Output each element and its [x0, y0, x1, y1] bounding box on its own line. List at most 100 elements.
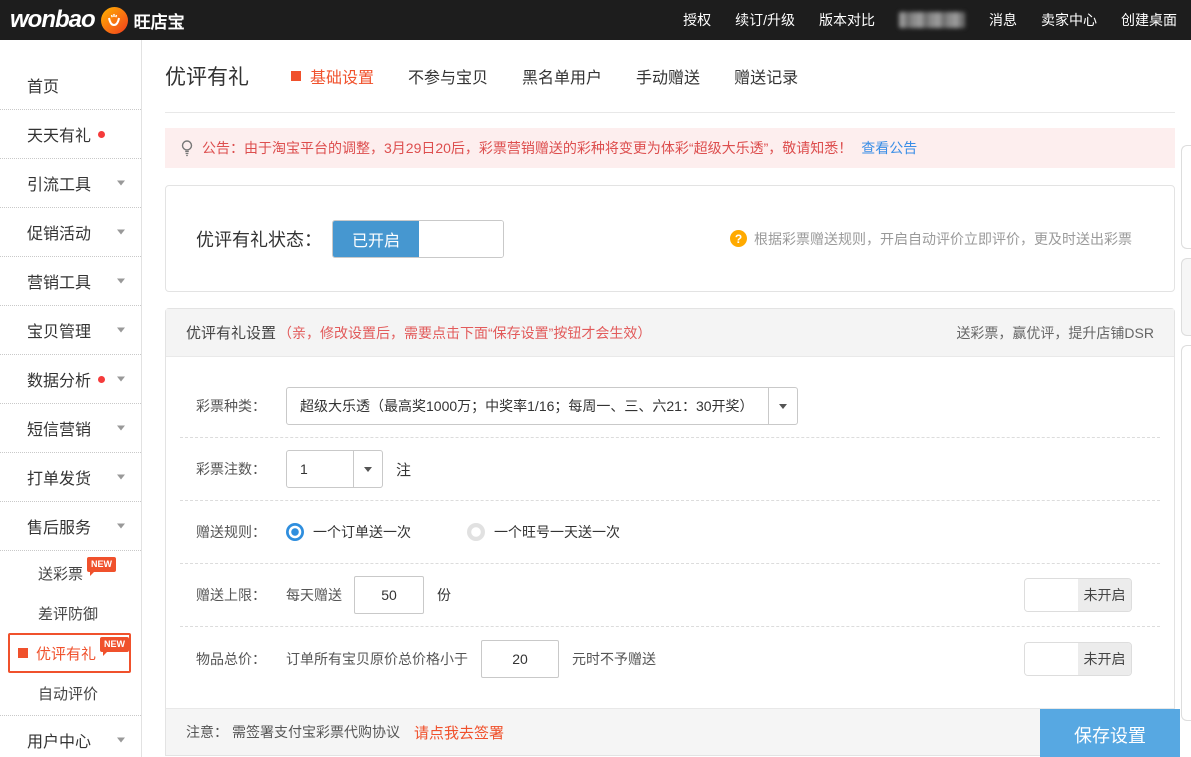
- topbar-item-create-desktop[interactable]: 创建桌面: [1121, 10, 1177, 30]
- sidebar-item-daily-gift[interactable]: 天天有礼: [0, 110, 141, 159]
- gift-limit-prefix: 每天赠送: [286, 585, 342, 605]
- chevron-down-icon: [117, 230, 125, 235]
- chevron-down-icon: [117, 475, 125, 480]
- status-label: 优评有礼状态：: [196, 226, 322, 252]
- sidebar-item-sms-marketing[interactable]: 短信营销: [0, 404, 141, 453]
- tab-label: 赠送记录: [734, 64, 798, 88]
- edge-widget-segment[interactable]: [1181, 145, 1191, 249]
- sidebar-item-label: 打单发货: [27, 465, 91, 489]
- sidebar-item-label: 营销工具: [27, 269, 91, 293]
- notification-dot: [98, 376, 105, 383]
- sidebar-item-product-management[interactable]: 宝贝管理: [0, 306, 141, 355]
- gift-rule-label: 赠送规则：: [196, 522, 286, 542]
- logo[interactable]: wonbao 旺店宝: [10, 6, 185, 34]
- daily-limit-input[interactable]: [354, 576, 424, 614]
- chevron-down-icon: [768, 388, 797, 424]
- sidebar-item-order-shipping[interactable]: 打单发货: [0, 453, 141, 502]
- sidebar-item-label: 用户中心: [27, 728, 91, 752]
- radio-per-account-per-day[interactable]: 一个旺号一天送一次: [467, 522, 620, 542]
- sidebar-item-user-center[interactable]: 用户中心: [0, 716, 141, 757]
- sidebar-item-homepage[interactable]: 首页: [0, 61, 141, 110]
- lottery-type-row: 彩票种类： 超级大乐透（最高奖1000万；中奖率1/16；每周一、三、六21：3…: [180, 375, 1160, 438]
- gift-limit-unit: 份: [437, 585, 451, 605]
- chevron-down-icon: [117, 328, 125, 333]
- status-help: ? 根据彩票赠送规则，开启自动评价立即评价，更及时送出彩票: [730, 229, 1132, 249]
- topbar: wonbao 旺店宝 授权 续订/升级 版本对比 消息 卖家中心 创建桌面: [0, 0, 1191, 40]
- toggle-on-label: 已开启: [333, 221, 419, 257]
- footer-note-label: 注意：: [186, 722, 228, 742]
- radio-per-order[interactable]: 一个订单送一次: [286, 522, 411, 542]
- topbar-item-renew-upgrade[interactable]: 续订/升级: [735, 10, 795, 30]
- toggle-off-label: 未开启: [1078, 579, 1131, 611]
- save-settings-button[interactable]: 保存设置: [1040, 709, 1180, 757]
- tab-bar: 基础设置 不参与宝贝 黑名单用户 手动赠送 赠送记录: [291, 64, 798, 88]
- sidebar-item-marketing-tools[interactable]: 营销工具: [0, 257, 141, 306]
- chevron-down-icon: [117, 377, 125, 382]
- edge-widget-segment[interactable]: [1181, 258, 1191, 336]
- tab-basic-settings[interactable]: 基础设置: [291, 64, 374, 88]
- tab-gift-records[interactable]: 赠送记录: [734, 64, 798, 88]
- topbar-item-messages[interactable]: 消息: [989, 10, 1017, 30]
- sidebar-item-label: 数据分析: [27, 367, 91, 391]
- sidebar-item-send-lottery[interactable]: 送彩票 NEW: [0, 553, 141, 593]
- sidebar-item-label: 差评防御: [38, 603, 98, 624]
- sidebar-item-good-review-gift[interactable]: 优评有礼 NEW: [8, 633, 131, 673]
- toggle-off-half: [419, 221, 503, 257]
- tab-blacklist-users[interactable]: 黑名单用户: [522, 64, 602, 88]
- total-price-label: 物品总价：: [196, 649, 286, 669]
- feature-status-toggle[interactable]: 已开启: [332, 220, 504, 258]
- sidebar-item-auto-review[interactable]: 自动评价: [0, 673, 141, 713]
- lottery-count-label: 彩票注数：: [196, 459, 286, 479]
- lottery-count-select[interactable]: 1: [286, 450, 383, 488]
- view-announcement-link[interactable]: 查看公告: [861, 138, 917, 158]
- lottery-count-value: 1: [287, 451, 353, 487]
- sidebar-item-promo-activities[interactable]: 促销活动: [0, 208, 141, 257]
- edge-widget-segment[interactable]: [1181, 345, 1191, 721]
- tab-excluded-items[interactable]: 不参与宝贝: [408, 64, 488, 88]
- sidebar-item-label: 促销活动: [27, 220, 91, 244]
- topbar-item-version-compare[interactable]: 版本对比: [819, 10, 875, 30]
- new-badge: NEW: [87, 557, 116, 572]
- toggle-off-label: 未开启: [1078, 643, 1131, 675]
- settings-slogan: 送彩票，赢优评，提升店铺DSR: [956, 323, 1154, 343]
- total-price-toggle[interactable]: 未开启: [1024, 642, 1132, 676]
- sidebar-item-data-analysis[interactable]: 数据分析: [0, 355, 141, 404]
- sign-agreement-link[interactable]: 请点我去签署: [414, 722, 504, 743]
- sidebar-item-bad-review-defense[interactable]: 差评防御: [0, 593, 141, 633]
- chevron-down-icon: [117, 524, 125, 529]
- tab-manual-gift[interactable]: 手动赠送: [636, 64, 700, 88]
- right-edge-widget: [1181, 145, 1191, 721]
- blurred-username[interactable]: [899, 12, 965, 28]
- active-tab-bullet-icon: [291, 71, 301, 81]
- chevron-down-icon: [353, 451, 382, 487]
- main-content: 优评有礼 基础设置 不参与宝贝 黑名单用户 手动赠送 赠送记录 公告：由: [142, 40, 1191, 756]
- tab-label: 手动赠送: [636, 64, 700, 88]
- tab-label: 黑名单用户: [522, 64, 602, 88]
- min-price-input[interactable]: [481, 640, 559, 678]
- new-badge: NEW: [100, 637, 129, 652]
- total-price-suffix: 元时不予赠送: [572, 649, 656, 669]
- sidebar-item-after-sales[interactable]: 售后服务: [0, 502, 141, 551]
- sidebar-item-label: 售后服务: [27, 514, 91, 538]
- after-sales-submenu: 送彩票 NEW 差评防御 优评有礼 NEW 自动评价: [0, 551, 141, 716]
- chevron-down-icon: [117, 279, 125, 284]
- sidebar-item-label: 短信营销: [27, 416, 91, 440]
- topbar-item-authorize[interactable]: 授权: [683, 10, 711, 30]
- chevron-down-icon: [117, 181, 125, 186]
- sidebar-item-label: 首页: [27, 73, 59, 97]
- status-help-text: 根据彩票赠送规则，开启自动评价立即评价，更及时送出彩票: [754, 229, 1132, 249]
- logo-icon: [101, 7, 128, 34]
- gift-limit-toggle[interactable]: 未开启: [1024, 578, 1132, 612]
- sidebar: 首页 天天有礼 引流工具 促销活动 营销工具 宝贝管理 数据分析 短信营销 打单…: [0, 40, 142, 757]
- announcement-text: 公告：由于淘宝平台的调整，3月29日20后，彩票营销赠送的彩种将变更为体彩“超级…: [202, 138, 852, 158]
- sidebar-item-traffic-tools[interactable]: 引流工具: [0, 159, 141, 208]
- help-icon: ?: [730, 230, 747, 247]
- gift-limit-row: 赠送上限： 每天赠送 份 未开启: [180, 564, 1160, 627]
- sidebar-item-label: 优评有礼: [36, 643, 96, 664]
- lottery-type-label: 彩票种类：: [196, 396, 286, 416]
- lottery-type-select[interactable]: 超级大乐透（最高奖1000万；中奖率1/16；每周一、三、六21：30开奖）: [286, 387, 798, 425]
- toggle-knob-area: [1025, 579, 1078, 611]
- topbar-item-seller-center[interactable]: 卖家中心: [1041, 10, 1097, 30]
- settings-title: 优评有礼设置: [186, 322, 276, 343]
- lottery-count-unit: 注: [396, 459, 411, 480]
